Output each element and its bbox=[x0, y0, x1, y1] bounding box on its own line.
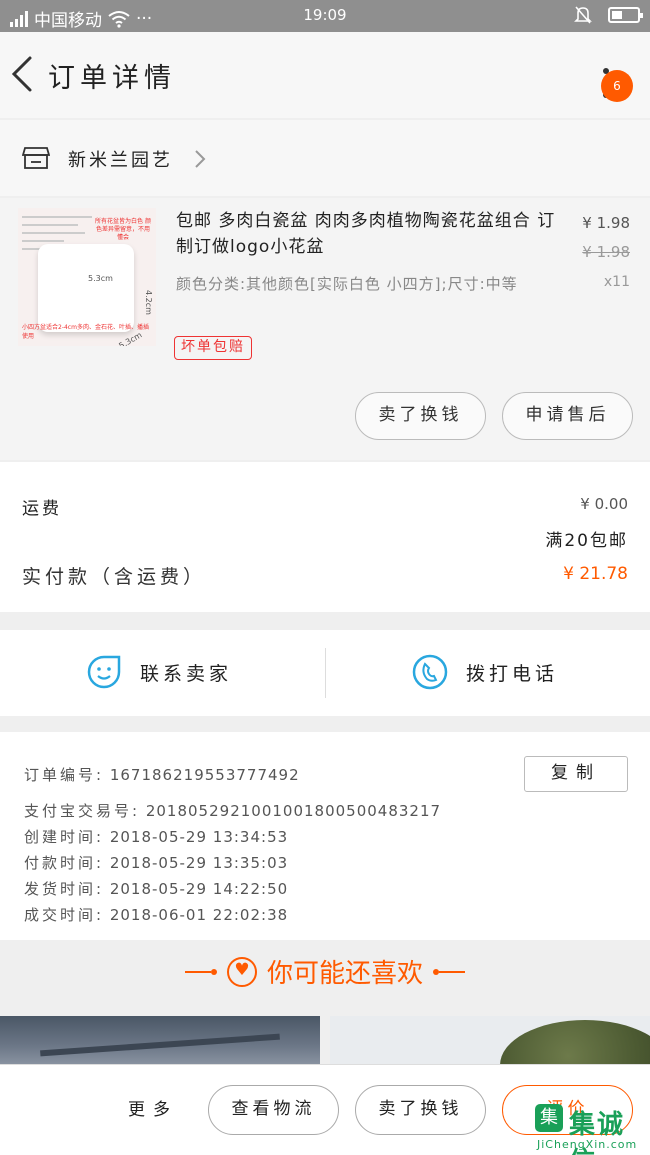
call-phone-label: 拨打电话 bbox=[466, 662, 559, 685]
copy-order-number-button[interactable]: 复制 bbox=[524, 756, 628, 792]
product-original-price: ¥ 1.98 bbox=[582, 243, 630, 261]
order-info: 订单编号: 167186219553777492 复制 支付宝交易号: 2018… bbox=[0, 732, 650, 940]
clock: 19:09 bbox=[303, 6, 347, 24]
shop-row[interactable]: 新米兰园艺 bbox=[0, 120, 650, 196]
paid-time-value: 2018-05-29 13:35:03 bbox=[109, 854, 289, 872]
guarantee-tag: 坏单包赔 bbox=[174, 336, 252, 360]
watermark-url: JiChengXin.com bbox=[537, 1138, 638, 1151]
product-price: ¥ 1.98 bbox=[582, 214, 630, 232]
contact-bar: 联系卖家 拨打电话 bbox=[0, 630, 650, 716]
product-quantity: x11 bbox=[603, 274, 630, 290]
contact-seller-label: 联系卖家 bbox=[140, 662, 233, 685]
back-arrow-icon[interactable] bbox=[6, 54, 42, 94]
dimension-height: 4.2cm bbox=[143, 290, 153, 315]
shop-icon bbox=[22, 147, 50, 169]
navigation-header: 订单详情 6 bbox=[0, 32, 650, 118]
battery-icon bbox=[608, 7, 643, 23]
order-product-card: 所有花盆皆为白色 颜色差异需留意，不用懂会 5.3cm 4.2cm 5.3cm … bbox=[0, 198, 650, 460]
order-totals: 运费 ¥ 0.00 满20包邮 实付款（含运费） ¥ 21.78 bbox=[0, 462, 650, 612]
completed-time-value: 2018-06-01 22:02:38 bbox=[109, 906, 289, 924]
notification-badge: 6 bbox=[601, 70, 633, 102]
created-time-row: 创建时间: 2018-05-29 13:34:53 bbox=[24, 828, 289, 846]
contact-divider bbox=[325, 648, 326, 698]
shipping-value: ¥ 0.00 bbox=[580, 495, 628, 513]
alipay-trade-value: 2018052921001001800500483217 bbox=[145, 802, 442, 820]
chat-face-icon bbox=[87, 655, 121, 689]
shipped-time-row: 发货时间: 2018-05-29 14:22:50 bbox=[24, 880, 289, 898]
product-image-promo-text: 所有花盆皆为白色 颜色差异需留意，不用懂会 bbox=[95, 218, 151, 241]
sell-for-cash-button[interactable]: 卖了换钱 bbox=[355, 392, 486, 440]
watermark: 集 集诚信 JiChengXin.com bbox=[535, 1104, 650, 1155]
call-phone-button[interactable]: 拨打电话 bbox=[412, 654, 558, 690]
heart-icon bbox=[226, 956, 257, 987]
shop-name: 新米兰园艺 bbox=[68, 150, 173, 171]
shipping-label: 运费 bbox=[22, 499, 62, 519]
product-sku: 颜色分类:其他颜色[实际白色 小四方];尺寸:中等 bbox=[176, 275, 518, 293]
shipped-time-value: 2018-05-29 14:22:50 bbox=[109, 880, 289, 898]
alipay-trade-row: 支付宝交易号: 2018052921001001800500483217 bbox=[24, 802, 442, 820]
phone-icon bbox=[412, 654, 448, 690]
sell-for-cash-button-bottom[interactable]: 卖了换钱 bbox=[355, 1085, 486, 1135]
product-image[interactable]: 所有花盆皆为白色 颜色差异需留意，不用懂会 5.3cm 4.2cm 5.3cm … bbox=[18, 208, 156, 346]
created-time-value: 2018-05-29 13:34:53 bbox=[109, 828, 289, 846]
status-bar: 中国移动 ··· 19:09 bbox=[0, 0, 650, 32]
view-logistics-button[interactable]: 查看物流 bbox=[208, 1085, 339, 1135]
recommended-product-image[interactable] bbox=[330, 1016, 650, 1066]
chevron-right-icon bbox=[195, 150, 206, 168]
order-number-value: 167186219553777492 bbox=[109, 766, 300, 784]
recommendation-banner: 你可能还喜欢 bbox=[0, 940, 650, 1004]
watermark-logo: 集 bbox=[535, 1104, 563, 1132]
mute-bell-icon bbox=[574, 6, 592, 24]
paid-time-row: 付款时间: 2018-05-29 13:35:03 bbox=[24, 854, 289, 872]
contact-seller-button[interactable]: 联系卖家 bbox=[86, 654, 232, 690]
recommended-product-image[interactable] bbox=[0, 1016, 320, 1066]
order-number-row: 订单编号: 167186219553777492 bbox=[24, 766, 300, 784]
completed-time-row: 成交时间: 2018-06-01 22:02:38 bbox=[24, 906, 289, 924]
decorative-line-left bbox=[184, 968, 217, 975]
decorative-line-right bbox=[433, 968, 465, 975]
apply-after-sale-button[interactable]: 申请售后 bbox=[502, 392, 633, 440]
free-shipping-note: 满20包邮 bbox=[545, 531, 628, 551]
more-actions-button[interactable]: 更多 bbox=[128, 1095, 178, 1120]
dimension-width: 5.3cm bbox=[88, 274, 113, 283]
recommendation-title: 你可能还喜欢 bbox=[266, 959, 423, 989]
page-title: 订单详情 bbox=[48, 63, 176, 94]
paid-amount-label: 实付款（含运费） bbox=[22, 566, 207, 588]
paid-amount-value: ¥ 21.78 bbox=[563, 564, 628, 584]
recommended-products bbox=[0, 1016, 650, 1066]
product-title[interactable]: 包邮 多肉白瓷盆 肉肉多肉植物陶瓷花盆组合 订制订做logo小花盆 bbox=[176, 208, 568, 260]
product-image-bottom-text: 小四方盆适合2-4cm多肉、金石花、叶插、播插使用 bbox=[22, 324, 149, 340]
